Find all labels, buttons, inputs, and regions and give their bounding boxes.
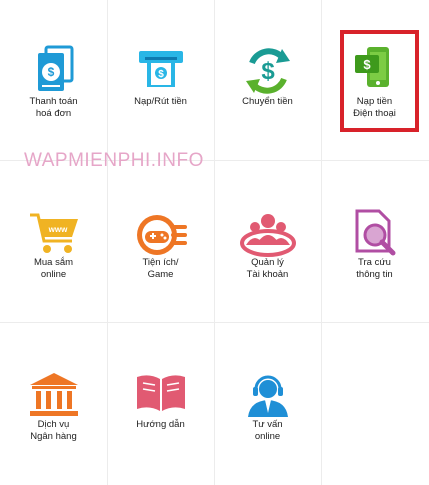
tile-label: Nạp tiền Điện thoại (353, 96, 396, 119)
tile-lookup-info[interactable]: Tra cứu thông tin (321, 161, 428, 321)
tile-label: Tư vấn online (252, 419, 283, 442)
tile-online-shopping[interactable]: www Mua sắm online (0, 161, 107, 321)
guide-book-icon (131, 369, 191, 421)
support-agent-icon (238, 369, 298, 421)
svg-text:www: www (47, 225, 67, 234)
bank-icon (24, 369, 84, 421)
tile-banking-service[interactable]: Dịch vụ Ngân hàng (0, 323, 107, 483)
svg-text:$: $ (158, 69, 164, 80)
tile-mobile-topup[interactable]: $ Nạp tiền Điện thoại (321, 0, 428, 160)
search-document-icon (345, 207, 405, 259)
tile-label: Tiện ích/ Game (142, 257, 179, 280)
svg-text:$: $ (47, 65, 54, 79)
mobile-topup-icon: $ (345, 45, 405, 97)
account-users-icon (238, 207, 298, 259)
tile-label: Mua sắm online (33, 257, 74, 280)
svg-text:$: $ (363, 57, 371, 72)
gamepad-icon (131, 207, 191, 259)
watermark-text: WAPMIENPHI.INFO (24, 150, 204, 171)
tile-guide[interactable]: Hướng dẫn (107, 323, 214, 483)
bill-payment-icon: $ (24, 45, 84, 97)
money-transfer-icon: $ (238, 45, 298, 97)
tile-account-management[interactable]: Quản lý Tài khoản (214, 161, 321, 321)
tile-label: Thanh toán hoá đơn (29, 96, 78, 119)
atm-cash-icon: $ (131, 45, 191, 97)
svg-text:$: $ (261, 58, 275, 85)
service-grid: $ Thanh toán hoá đơn $ Nạp/Rút tiền $ Ch… (0, 0, 429, 485)
tile-label: Tra cứu thông tin (356, 257, 393, 280)
tile-utilities-game[interactable]: Tiện ích/ Game (107, 161, 214, 321)
tile-cash-deposit-withdraw[interactable]: $ Nạp/Rút tiền (107, 0, 214, 160)
tile-label: Hướng dẫn (136, 419, 185, 430)
tile-bill-payment[interactable]: $ Thanh toán hoá đơn (0, 0, 107, 160)
tile-label: Nạp/Rút tiền (134, 96, 187, 107)
tile-label: Chuyển tiền (242, 96, 293, 107)
tile-label: Dịch vụ Ngân hàng (30, 419, 77, 442)
tile-online-support[interactable]: Tư vấn online (214, 323, 321, 483)
shopping-cart-icon: www (24, 207, 84, 259)
tile-money-transfer[interactable]: $ Chuyển tiền (214, 0, 321, 160)
tile-label: Quản lý Tài khoản (246, 257, 289, 280)
